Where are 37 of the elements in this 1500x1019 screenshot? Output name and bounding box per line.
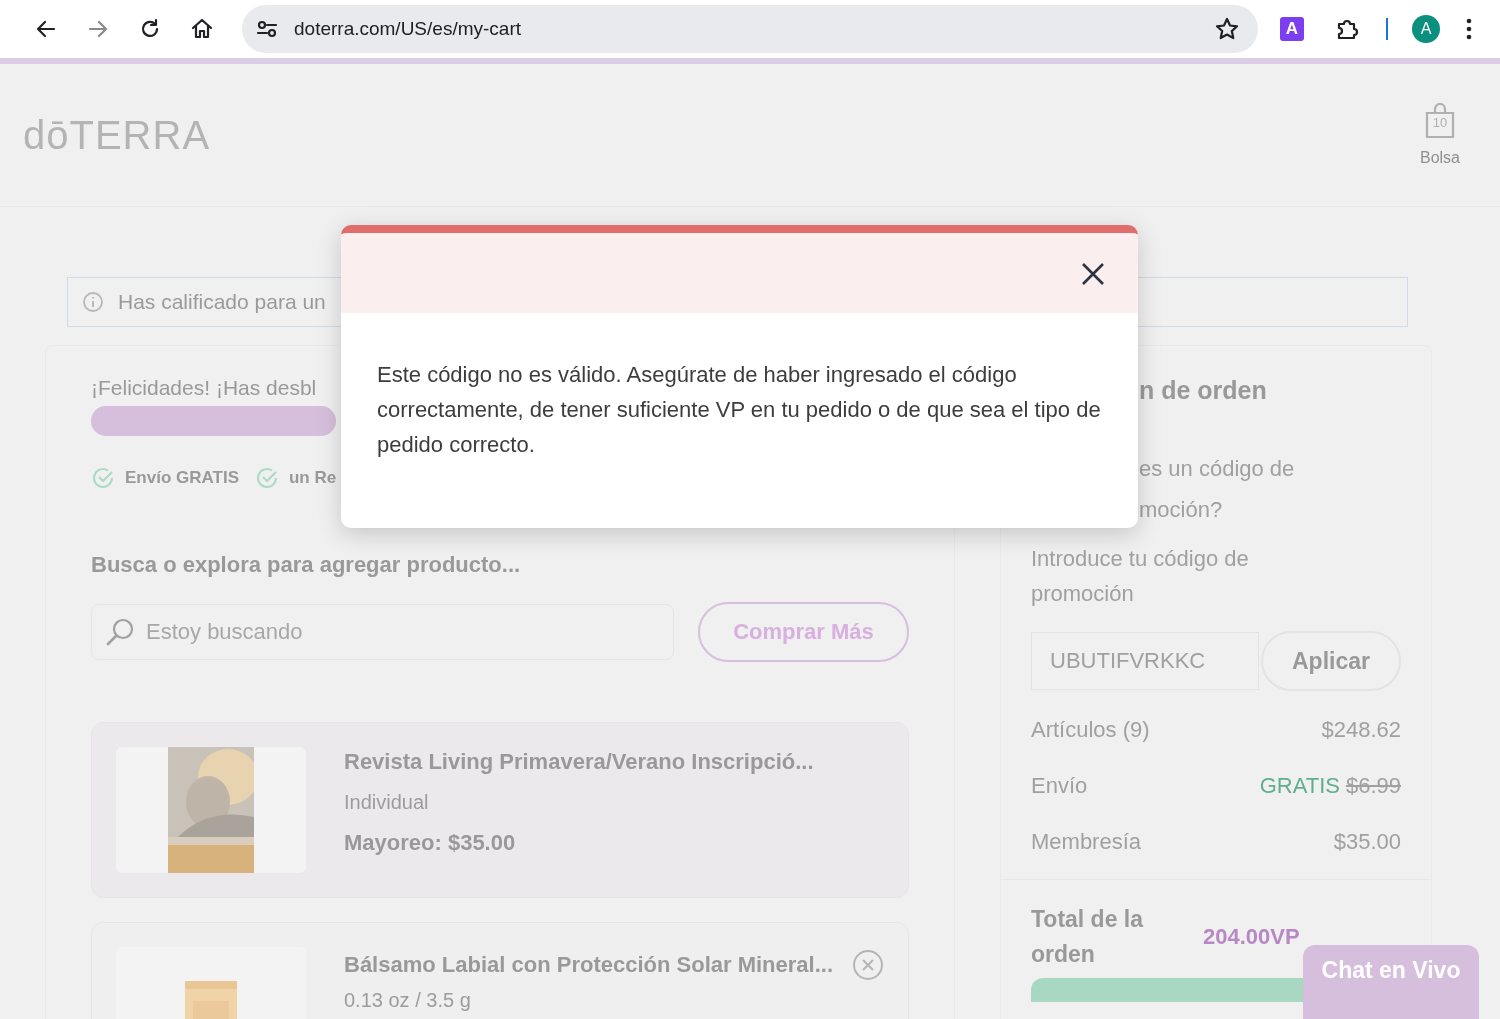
extension-icon[interactable]: A	[1280, 17, 1304, 41]
shop-more-button[interactable]: Comprar Más	[698, 602, 909, 662]
logo[interactable]: dōTERRA	[23, 112, 211, 158]
original-price: $6.99	[1345, 773, 1401, 799]
url-text: doterra.com/US/es/my-cart	[294, 18, 522, 40]
promo-code-field[interactable]: UBUTIFVRKKC	[1031, 632, 1259, 690]
apply-button[interactable]: Aplicar	[1261, 631, 1401, 691]
summary-value: GRATIS	[1259, 773, 1340, 799]
rewards-title: ¡Felicidades! ¡Has desbl	[91, 376, 317, 400]
summary-value: $35.00	[1333, 829, 1401, 855]
perk-label: Envío GRATIS	[125, 468, 239, 488]
summary-title: n de orden	[1139, 376, 1268, 405]
product-title[interactable]: Revista Living Primavera/Verano Inscripció...	[344, 749, 814, 775]
error-message: Este código no es válido. Asegúrate de haber ingresado el código correctamente, de tener suficiente VP en tu pedido o de que sea el tipo de pedido correcto.	[377, 361, 1102, 459]
bag-button[interactable]: 10 Bolsa	[1419, 103, 1460, 167]
search-heading: Busca o explora para agregar producto...	[91, 552, 522, 578]
promo-question: es un código de	[1139, 455, 1296, 483]
perk-label: un Re	[289, 468, 337, 488]
summary-label: Envío	[1031, 773, 1088, 799]
promo-question: moción?	[1139, 496, 1224, 524]
product-title[interactable]: Bálsamo Labial con Protección Solar Mineral...	[344, 952, 834, 978]
bag-count: 10	[1431, 115, 1449, 130]
total-vp: 204.00VP	[1203, 924, 1300, 950]
total-label: Total de la orden	[1031, 905, 1145, 969]
banner-text: Has calificado para un	[118, 290, 326, 314]
summary-value: $248.62	[1321, 717, 1401, 743]
search-field[interactable]: Estoy buscando	[91, 604, 674, 660]
profile-avatar[interactable]: A	[1412, 15, 1440, 43]
product-variant: 0.13 oz / 3.5 g	[344, 989, 472, 1012]
summary-label: Artículos (9)	[1031, 717, 1150, 743]
address-bar[interactable]: doterra.com/US/es/my-cart	[242, 5, 1258, 53]
promo-label: Introduce tu código de promoción	[1031, 545, 1250, 608]
bag-label: Bolsa	[1419, 149, 1460, 167]
product-price: Mayoreo: $35.00	[344, 830, 517, 856]
summary-label: Membresía	[1031, 829, 1142, 855]
product-variant: Individual	[344, 791, 430, 814]
chat-button[interactable]: Chat en Vivo	[1303, 945, 1479, 1019]
